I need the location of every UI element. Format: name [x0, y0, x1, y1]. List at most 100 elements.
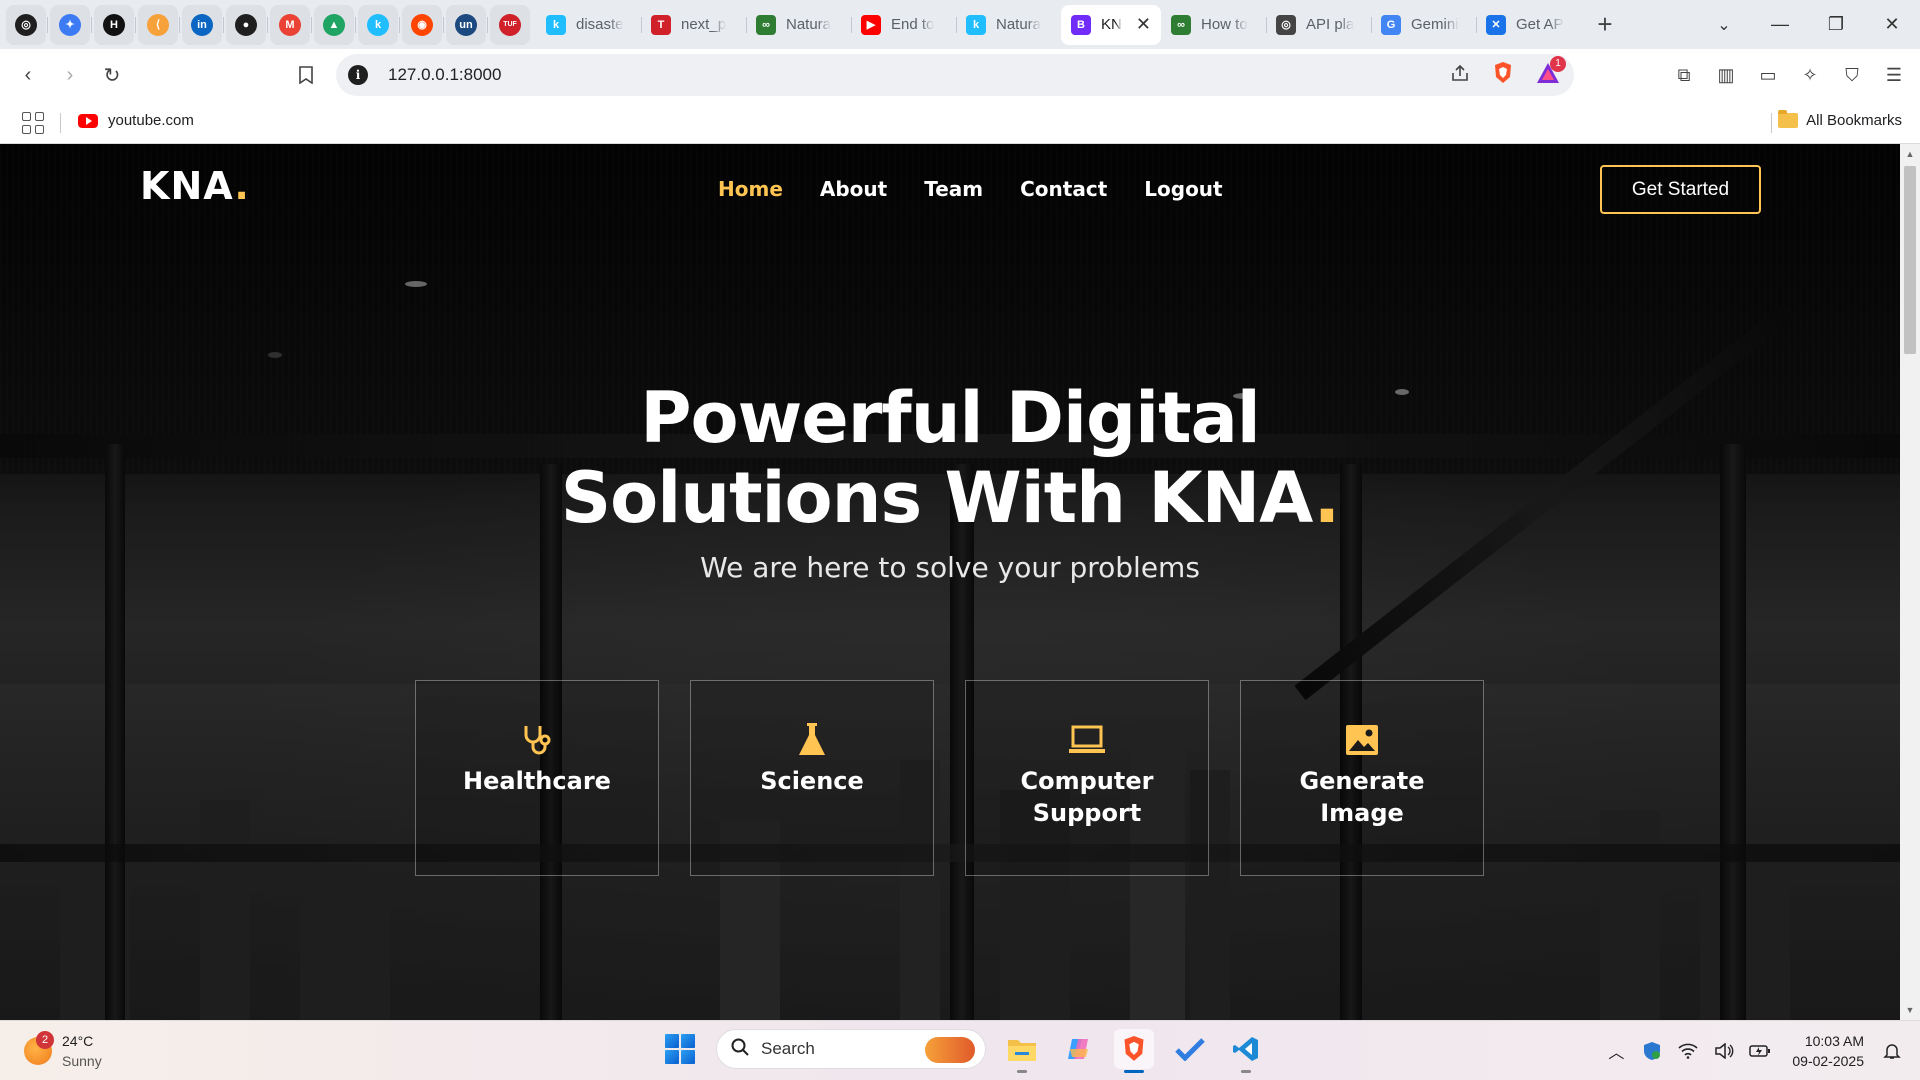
page-scrollbar[interactable]: ▲ ▼ — [1900, 144, 1920, 1020]
nav-about[interactable]: About — [820, 177, 887, 201]
pinned-tab[interactable]: un — [443, 4, 486, 45]
brave-icon[interactable] — [1114, 1029, 1154, 1073]
tab[interactable]: ∞ Natura — [746, 5, 851, 45]
pinned-tab[interactable]: ▲ — [311, 4, 354, 45]
card-label: Generate Image — [1299, 767, 1425, 827]
nav-contact[interactable]: Contact — [1020, 177, 1107, 201]
hero-subtitle: We are here to solve your problems — [700, 551, 1200, 584]
nav-logout[interactable]: Logout — [1144, 177, 1222, 201]
clock-date: 09-02-2025 — [1792, 1053, 1864, 1069]
tab[interactable]: ▶ End to — [851, 5, 956, 45]
openai-icon: ◎ — [15, 13, 37, 36]
takeuforward-icon: TUF — [499, 13, 521, 36]
card-generate-image[interactable]: Generate Image — [1240, 680, 1484, 876]
bookmark-page-icon[interactable] — [288, 57, 324, 93]
menu-icon[interactable]: ☰ — [1882, 57, 1906, 93]
pinned-tab[interactable]: ◉ — [399, 4, 442, 45]
vscode-icon[interactable] — [1226, 1029, 1266, 1073]
pinned-tab[interactable]: H — [91, 4, 134, 45]
huggingface-icon: ∞ — [1171, 14, 1191, 35]
tab-title: Get AP — [1516, 16, 1564, 33]
wifi-icon[interactable] — [1674, 1043, 1702, 1059]
defender-icon[interactable] — [1638, 1041, 1666, 1061]
tab[interactable]: k disaste — [536, 5, 641, 45]
leetcode-icon: ⟨ — [147, 13, 169, 36]
taskbar-search[interactable]: Search — [716, 1029, 986, 1069]
forward-button[interactable]: › — [52, 57, 88, 93]
tab-search-chevron-icon[interactable]: ⌄ — [1696, 0, 1752, 49]
reload-button[interactable]: ↻ — [94, 57, 130, 93]
tab[interactable]: G Gemini — [1371, 5, 1476, 45]
get-started-button[interactable]: Get Started — [1600, 165, 1761, 214]
tab-title: Natura — [786, 16, 832, 33]
tab[interactable]: ✕ Get AP — [1476, 5, 1581, 45]
pinned-tab[interactable]: ✦ — [47, 4, 90, 45]
file-explorer-icon[interactable] — [1002, 1029, 1042, 1073]
wallet-icon[interactable]: ▭ — [1756, 57, 1780, 93]
apps-grid-icon[interactable] — [22, 112, 44, 134]
system-clock[interactable]: 10:03 AM 09-02-2025 — [1792, 1031, 1864, 1071]
restore-button[interactable]: ❐ — [1808, 0, 1864, 49]
nav-team[interactable]: Team — [924, 177, 983, 201]
extensions-icon[interactable]: ⧉ — [1672, 57, 1696, 93]
leo-ai-icon[interactable]: ✧ — [1798, 57, 1822, 93]
windows-start-icon[interactable] — [660, 1029, 700, 1069]
notifications-icon[interactable] — [1878, 1042, 1906, 1060]
card-label: Healthcare — [463, 767, 611, 795]
weather-temp: 24°C — [62, 1033, 94, 1049]
battery-icon[interactable] — [1746, 1044, 1774, 1058]
pinned-tab[interactable]: in — [179, 4, 222, 45]
new-tab-button[interactable]: + — [1587, 7, 1623, 43]
card-label: Computer Support — [1020, 767, 1154, 827]
close-window-button[interactable]: ✕ — [1864, 0, 1920, 49]
todo-icon[interactable] — [1170, 1029, 1210, 1069]
takeuforward-icon: T — [651, 14, 671, 35]
minimize-button[interactable]: — — [1752, 0, 1808, 49]
tab-title: End to — [891, 16, 935, 33]
back-button[interactable]: ‹ — [10, 57, 46, 93]
tab[interactable]: ∞ How to — [1161, 5, 1266, 45]
sidebar-icon[interactable]: ▥ — [1714, 57, 1738, 93]
taskbar: 2 24°C Sunny Search ︿ 10:03 AM 09-02-202… — [0, 1020, 1920, 1080]
volume-icon[interactable] — [1710, 1043, 1738, 1059]
weather-widget[interactable]: 2 24°C Sunny — [24, 1031, 102, 1071]
tab[interactable]: Tnext_p — [641, 5, 746, 45]
scroll-down-icon[interactable]: ▼ — [1900, 1002, 1920, 1018]
brave-rewards-icon[interactable]: 1 — [1536, 55, 1566, 89]
copilot-icon[interactable] — [1058, 1029, 1098, 1069]
tab[interactable]: k Natura — [956, 5, 1061, 45]
openai-icon: ◎ — [1276, 14, 1296, 35]
tab[interactable]: ◎ API pla — [1266, 5, 1371, 45]
card-computer-support[interactable]: Computer Support — [965, 680, 1209, 876]
vpn-icon[interactable]: ⛉ — [1840, 57, 1864, 93]
url-text[interactable]: 127.0.0.1:8000 — [388, 65, 501, 85]
pinned-tab[interactable]: k — [355, 4, 398, 45]
pinned-tab[interactable]: ● — [223, 4, 266, 45]
bookmark-youtube[interactable]: youtube.com — [78, 112, 194, 129]
card-science[interactable]: Science — [690, 680, 934, 876]
scroll-thumb[interactable] — [1904, 166, 1916, 354]
card-healthcare[interactable]: Healthcare — [415, 680, 659, 876]
tab-active[interactable]: B KN ✕ — [1061, 4, 1161, 45]
site-nav: Home About Team Contact Logout — [718, 177, 1223, 201]
brave-shields-icon[interactable] — [1492, 61, 1514, 90]
scroll-up-icon[interactable]: ▲ — [1900, 146, 1920, 162]
rewards-badge: 1 — [1550, 55, 1566, 72]
pinned-tab[interactable]: ◎ — [6, 4, 46, 45]
tab-title: KN — [1101, 16, 1122, 33]
share-icon[interactable] — [1450, 64, 1470, 87]
kaggle-icon: k — [966, 14, 986, 35]
ai-studio-icon: ✕ — [1486, 14, 1506, 35]
pinned-tab[interactable]: ⟨ — [135, 4, 178, 45]
show-hidden-icons-chevron-icon[interactable]: ︿ — [1602, 1039, 1630, 1063]
address-bar[interactable]: i 127.0.0.1:8000 1 — [336, 54, 1574, 96]
all-bookmarks-button[interactable]: All Bookmarks — [1778, 110, 1902, 129]
tab-close-icon[interactable]: ✕ — [1136, 14, 1151, 35]
nav-home[interactable]: Home — [718, 177, 783, 201]
google-drive-icon: ▲ — [323, 13, 345, 36]
tab-title: How to — [1201, 16, 1248, 33]
pinned-tab[interactable]: M — [267, 4, 310, 45]
site-info-icon[interactable]: i — [348, 65, 368, 85]
pinned-tab[interactable]: TUF — [487, 4, 530, 45]
site-logo[interactable]: KNA. — [140, 164, 250, 208]
